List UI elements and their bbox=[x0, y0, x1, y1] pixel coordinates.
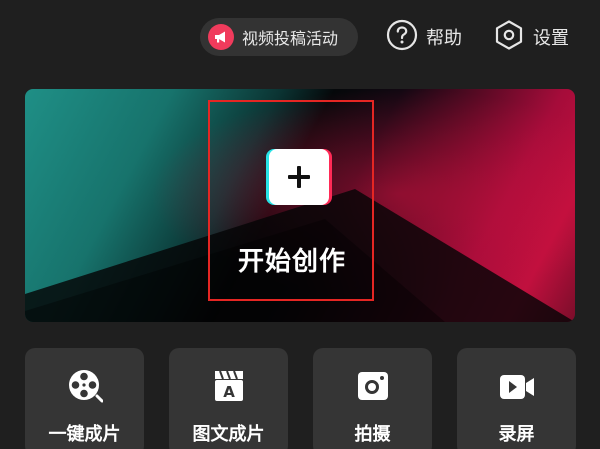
megaphone-icon bbox=[208, 24, 234, 50]
plus-icon bbox=[266, 149, 332, 205]
start-creating-banner[interactable]: 开始创作 bbox=[25, 89, 575, 322]
tool-grid: 一键成片 A 图文成片 拍摄 录屏 bbox=[0, 348, 600, 449]
app-home-screen: 视频投稿活动 帮助 设置 开始创作 一键成片 A 图文成片 拍摄 录屏 bbox=[0, 0, 600, 449]
start-creating-content: 开始创作 bbox=[210, 101, 374, 297]
settings-button[interactable]: 设置 bbox=[493, 18, 569, 56]
image-text-video-button[interactable]: A 图文成片 bbox=[169, 348, 288, 449]
camera-icon bbox=[353, 366, 393, 406]
hexagon-gear-icon bbox=[493, 19, 525, 55]
activity-label: 视频投稿活动 bbox=[242, 29, 339, 48]
shoot-label: 拍摄 bbox=[354, 424, 391, 445]
one-click-video-button[interactable]: 一键成片 bbox=[25, 348, 144, 449]
shoot-button[interactable]: 拍摄 bbox=[313, 348, 432, 449]
screen-record-button[interactable]: 录屏 bbox=[457, 348, 576, 449]
screen-record-label: 录屏 bbox=[498, 424, 535, 445]
question-circle-icon bbox=[386, 19, 418, 55]
video-submission-activity-button[interactable]: 视频投稿活动 bbox=[200, 18, 358, 56]
screen-record-icon bbox=[497, 366, 537, 406]
settings-label: 设置 bbox=[533, 28, 569, 49]
text-clapboard-icon: A bbox=[209, 366, 249, 406]
help-button[interactable]: 帮助 bbox=[386, 18, 462, 56]
start-creating-label: 开始创作 bbox=[237, 247, 346, 277]
help-label: 帮助 bbox=[426, 28, 462, 49]
top-bar: 视频投稿活动 帮助 设置 bbox=[0, 14, 600, 62]
svg-text:A: A bbox=[223, 383, 235, 401]
image-text-video-label: 图文成片 bbox=[192, 424, 265, 445]
film-reel-icon bbox=[65, 366, 105, 406]
one-click-video-label: 一键成片 bbox=[48, 424, 121, 445]
